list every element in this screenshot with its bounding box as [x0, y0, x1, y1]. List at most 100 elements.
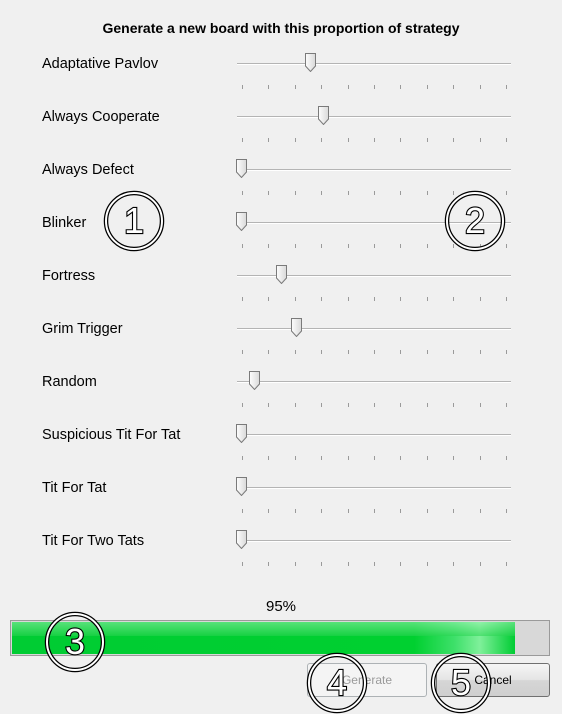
slider-track — [237, 434, 511, 436]
dialog-title: Generate a new board with this proportio… — [102, 20, 460, 36]
slider-tick — [506, 138, 507, 142]
slider-ticks — [242, 350, 507, 355]
slider-tick — [453, 85, 455, 89]
slider-ticks — [242, 297, 507, 302]
slider-tick — [479, 85, 481, 89]
slider-tick — [506, 244, 507, 248]
strategy-slider[interactable] — [233, 318, 515, 356]
slider-tick — [321, 350, 323, 354]
strategy-label: Fortress — [42, 268, 96, 284]
slider-tick — [294, 244, 296, 248]
slider-tick — [242, 138, 243, 142]
slider-tick — [268, 509, 270, 513]
slider-thumb[interactable] — [236, 530, 247, 549]
strategy-slider[interactable] — [233, 371, 515, 409]
strategy-row: Grim Trigger — [0, 318, 562, 370]
badge-number: 4 — [327, 662, 347, 703]
slider-tick — [506, 85, 507, 89]
strategy-slider[interactable] — [233, 265, 515, 303]
slider-tick — [374, 562, 375, 566]
slider-tick — [453, 562, 455, 566]
slider-tick — [321, 191, 323, 195]
slider-tick — [242, 403, 243, 407]
slider-tick — [268, 297, 270, 301]
slider-tick — [294, 85, 296, 89]
strategy-label: Grim Trigger — [42, 321, 123, 337]
slider-track — [237, 63, 511, 65]
slider-tick — [242, 297, 243, 301]
slider-tick — [321, 562, 323, 566]
slider-tick — [242, 562, 243, 566]
strategy-row: Fortress — [0, 265, 562, 317]
slider-tick — [400, 297, 402, 301]
strategy-label: Tit For Two Tats — [42, 533, 145, 549]
slider-tick — [347, 403, 349, 407]
slider-tick — [268, 562, 270, 566]
slider-tick — [426, 456, 428, 460]
slider-tick — [479, 562, 481, 566]
slider-tick — [242, 244, 243, 248]
slider-thumb[interactable] — [236, 159, 247, 178]
annotation-badge-4: 4 — [306, 652, 368, 714]
slider-tick — [426, 191, 428, 195]
slider-thumb[interactable] — [236, 212, 247, 231]
slider-thumb[interactable] — [275, 265, 287, 284]
strategy-slider[interactable] — [233, 53, 515, 91]
strategy-row: Always Cooperate — [0, 106, 562, 158]
slider-tick — [242, 191, 243, 195]
slider-tick — [294, 509, 296, 513]
slider-tick — [426, 509, 428, 513]
annotation-badge-2: 2 — [444, 190, 506, 252]
slider-ticks — [242, 85, 507, 90]
strategy-slider[interactable] — [233, 530, 515, 568]
slider-tick — [268, 403, 270, 407]
slider-tick — [506, 403, 507, 407]
slider-tick — [321, 509, 323, 513]
slider-thumb[interactable] — [317, 106, 329, 125]
slider-tick — [347, 191, 349, 195]
slider-thumb[interactable] — [236, 424, 247, 443]
slider-thumb[interactable] — [236, 477, 247, 496]
strategy-label: Suspicious Tit For Tat — [42, 427, 181, 443]
slider-tick — [321, 85, 323, 89]
slider-tick — [506, 297, 507, 301]
slider-thumb[interactable] — [291, 318, 303, 337]
slider-tick — [400, 562, 402, 566]
slider-thumb[interactable] — [304, 53, 316, 72]
slider-tick — [268, 244, 270, 248]
slider-tick — [400, 456, 402, 460]
slider-track — [237, 328, 511, 330]
slider-tick — [347, 244, 349, 248]
slider-track — [237, 487, 511, 489]
slider-tick — [479, 509, 481, 513]
strategy-row: Adaptative Pavlov — [0, 53, 562, 105]
annotation-badge-3: 3 — [44, 611, 106, 673]
slider-tick — [321, 138, 323, 142]
strategy-slider[interactable] — [233, 424, 515, 462]
slider-tick — [321, 456, 323, 460]
slider-tick — [268, 138, 270, 142]
slider-tick — [506, 509, 507, 513]
slider-tick — [400, 244, 402, 248]
slider-tick — [453, 403, 455, 407]
badge-number: 5 — [451, 662, 471, 703]
strategy-slider[interactable] — [233, 477, 515, 515]
slider-tick — [321, 244, 323, 248]
strategy-label: Always Cooperate — [42, 109, 160, 125]
slider-ticks — [242, 138, 507, 143]
slider-tick — [400, 350, 402, 354]
slider-tick — [426, 297, 428, 301]
slider-track — [237, 540, 511, 542]
slider-tick — [479, 350, 481, 354]
slider-tick — [453, 509, 455, 513]
slider-tick — [268, 456, 270, 460]
slider-tick — [426, 562, 428, 566]
slider-thumb[interactable] — [249, 371, 261, 390]
strategy-row: Random — [0, 371, 562, 423]
slider-tick — [400, 191, 402, 195]
strategy-slider[interactable] — [233, 106, 515, 144]
slider-tick — [294, 297, 296, 301]
annotation-badge-5: 5 — [430, 652, 492, 714]
slider-tick — [426, 403, 428, 407]
slider-tick — [400, 138, 402, 142]
